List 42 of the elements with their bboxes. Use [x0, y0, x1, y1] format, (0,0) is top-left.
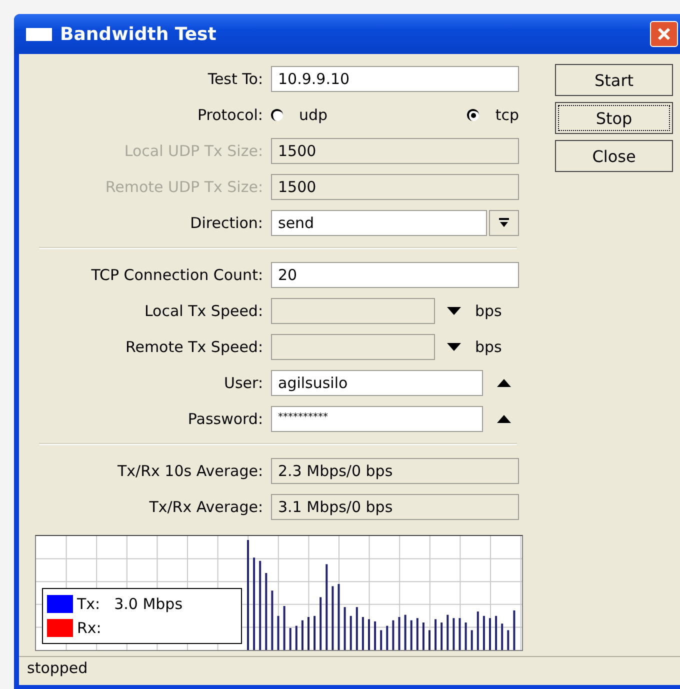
- field-label: Remote UDP Tx Size:: [104, 178, 264, 196]
- direction-dropdown[interactable]: send: [271, 210, 487, 236]
- up-triangle-icon[interactable]: [497, 379, 511, 387]
- radio-option[interactable]: tcp: [467, 106, 519, 124]
- dialog-button[interactable]: Stop: [555, 102, 673, 134]
- input-field[interactable]: 20: [271, 262, 519, 288]
- field-label: TCP Connection Count:: [90, 266, 264, 284]
- field-label: Direction:: [189, 214, 264, 232]
- window-title: Bandwidth Test: [60, 24, 218, 44]
- field-label: Test To:: [206, 70, 264, 88]
- close-button[interactable]: [650, 21, 678, 47]
- window-icon: [26, 28, 52, 40]
- speed-field[interactable]: [271, 298, 435, 324]
- dropdown-button[interactable]: [489, 210, 519, 236]
- field-label: Local Tx Speed:: [143, 302, 264, 320]
- legend-label: Tx:: [77, 595, 100, 613]
- field-label: Protocol:: [196, 106, 264, 124]
- up-triangle-icon[interactable]: [497, 415, 511, 423]
- unit-label: bps: [475, 302, 502, 320]
- field-label: Tx/Rx 10s Average:: [116, 462, 264, 480]
- down-arrow-icon: [499, 218, 509, 228]
- radio-option[interactable]: udp: [271, 106, 328, 124]
- input-field[interactable]: **********: [271, 406, 483, 432]
- status-bar: stopped: [19, 656, 680, 685]
- field-label: Password:: [186, 410, 264, 428]
- input-field[interactable]: agilsusilo: [271, 370, 483, 396]
- down-triangle-icon[interactable]: [447, 307, 461, 315]
- field-label: Local UDP Tx Size:: [123, 142, 264, 160]
- legend-label: Rx:: [77, 619, 102, 637]
- readout-field: 3.1 Mbps/0 bps: [271, 494, 519, 520]
- field-label: Remote Tx Speed:: [124, 338, 264, 356]
- close-icon: [656, 26, 672, 42]
- unit-label: bps: [475, 338, 502, 356]
- legend-value: 3.0 Mbps: [114, 595, 183, 613]
- input-field[interactable]: 10.9.9.10: [271, 66, 519, 92]
- down-triangle-icon[interactable]: [447, 343, 461, 351]
- dialog-button[interactable]: Start: [555, 64, 673, 96]
- field-label: User:: [223, 374, 264, 392]
- speed-field[interactable]: [271, 334, 435, 360]
- dialog-button[interactable]: Close: [555, 140, 673, 172]
- readout-field: 2.3 Mbps/0 bps: [271, 458, 519, 484]
- field-label: Tx/Rx Average:: [148, 498, 264, 516]
